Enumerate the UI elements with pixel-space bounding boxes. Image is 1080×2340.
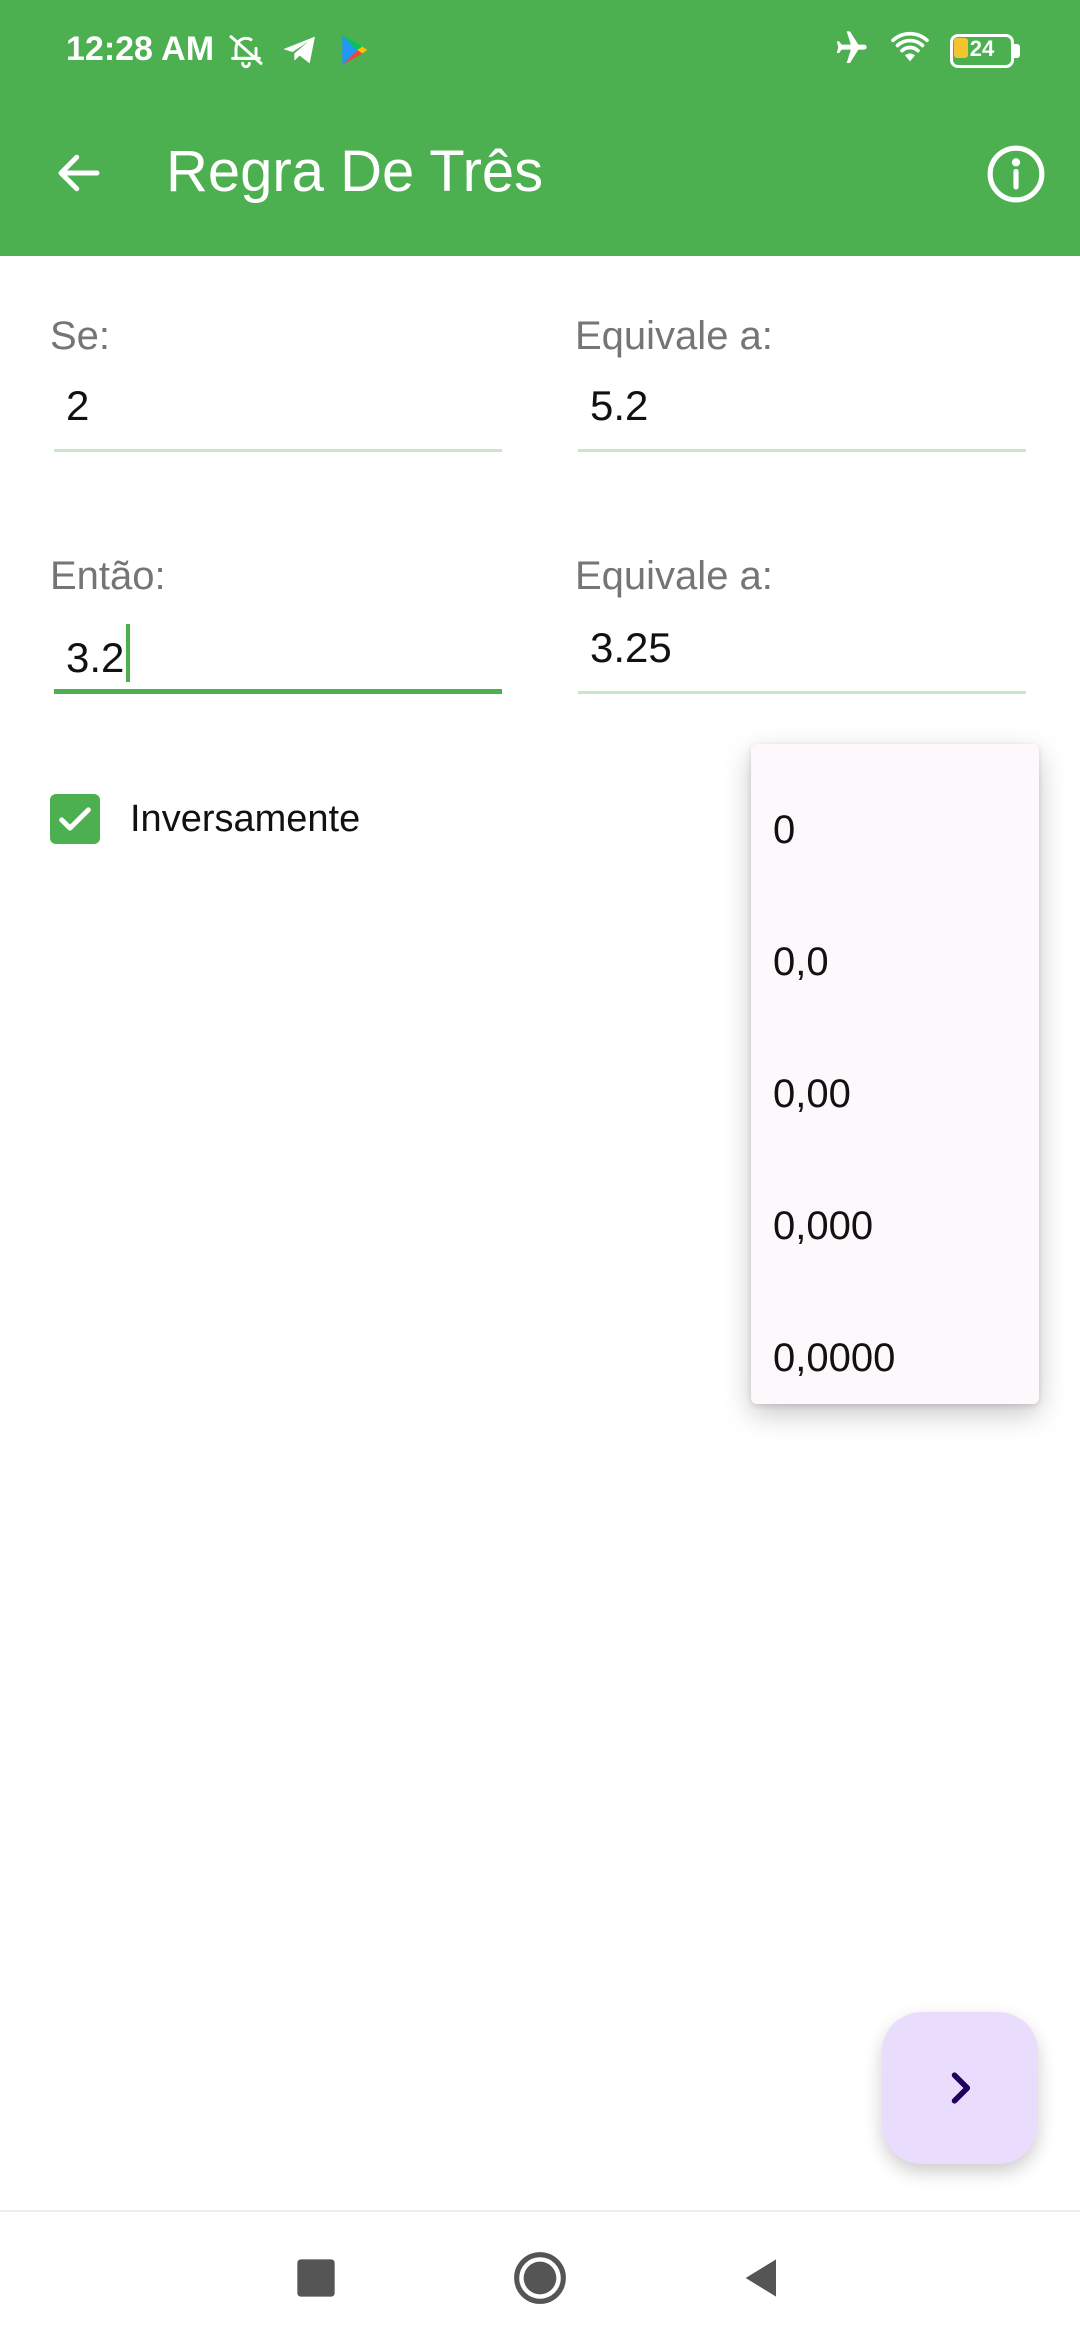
inversamente-checkbox[interactable] [50, 794, 100, 844]
airplane-icon [830, 28, 870, 73]
text-cursor [126, 624, 131, 682]
inversamente-label: Inversamente [130, 797, 361, 840]
se-value: 2 [66, 382, 90, 429]
play-store-icon [334, 30, 374, 75]
menu-item[interactable]: 0,00 [751, 1028, 1039, 1160]
status-bar: 12:28 AM 24 [0, 0, 1080, 100]
equivale-value-2: 3.25 [590, 624, 672, 671]
wifi-icon [888, 28, 932, 73]
decimal-places-menu: 0 0,0 0,00 0,000 0,0000 [751, 744, 1039, 1404]
back-nav-button[interactable] [732, 2248, 792, 2308]
status-icons-left [226, 30, 374, 75]
se-underline [54, 449, 502, 452]
equivale-input-1[interactable]: 5.2 [578, 362, 1026, 452]
status-time: 12:28 AM [66, 30, 215, 68]
menu-item[interactable]: 0 [751, 764, 1039, 896]
entao-input[interactable]: 3.2 [54, 604, 502, 694]
back-triangle-icon [745, 2259, 776, 2297]
menu-item[interactable]: 0,000 [751, 1160, 1039, 1292]
equivale-label-1: Equivale a: [575, 314, 773, 358]
equivale-input-2[interactable]: 3.25 [578, 604, 1026, 694]
info-icon [987, 145, 1045, 203]
info-button[interactable] [982, 140, 1050, 208]
equivale-underline-1 [578, 449, 1026, 452]
menu-item[interactable]: 0,0000 [751, 1292, 1039, 1424]
next-fab-button[interactable] [882, 2012, 1038, 2164]
se-input[interactable]: 2 [54, 362, 502, 452]
header: 12:28 AM 24 Regra De Três [0, 0, 1080, 256]
back-button[interactable] [44, 138, 114, 208]
battery-icon: 24 [950, 33, 1020, 68]
app-screen: 12:28 AM 24 Regra De Três Se: 2 Equivale… [0, 0, 1080, 2340]
recents-square-icon [297, 2259, 335, 2297]
status-icons-right: 24 [830, 28, 1020, 73]
equivale-value-1: 5.2 [590, 382, 649, 429]
app-bar: Regra De Três [0, 100, 1080, 256]
home-circle-icon [514, 2252, 566, 2304]
battery-level: 24 [969, 35, 995, 61]
entao-label: Então: [50, 554, 166, 598]
equivale-underline-2 [578, 691, 1026, 694]
se-label: Se: [50, 314, 111, 358]
page-title: Regra De Três [166, 139, 544, 204]
arrow-left-icon [58, 154, 100, 192]
entao-value-wrap: 3.2 [66, 624, 131, 682]
home-button[interactable] [510, 2248, 570, 2308]
chevron-right-icon [951, 2072, 971, 2104]
muted-bell-icon [226, 30, 266, 75]
entao-value: 3.2 [66, 634, 125, 681]
menu-item[interactable]: 0,0 [751, 896, 1039, 1028]
recents-button[interactable] [286, 2248, 346, 2308]
equivale-label-2: Equivale a: [575, 554, 773, 598]
telegram-icon [280, 30, 320, 75]
inversamente-row[interactable]: Inversamente [50, 794, 360, 844]
system-nav-bar [0, 2210, 1080, 2340]
check-icon [59, 807, 91, 831]
entao-underline [54, 689, 502, 694]
